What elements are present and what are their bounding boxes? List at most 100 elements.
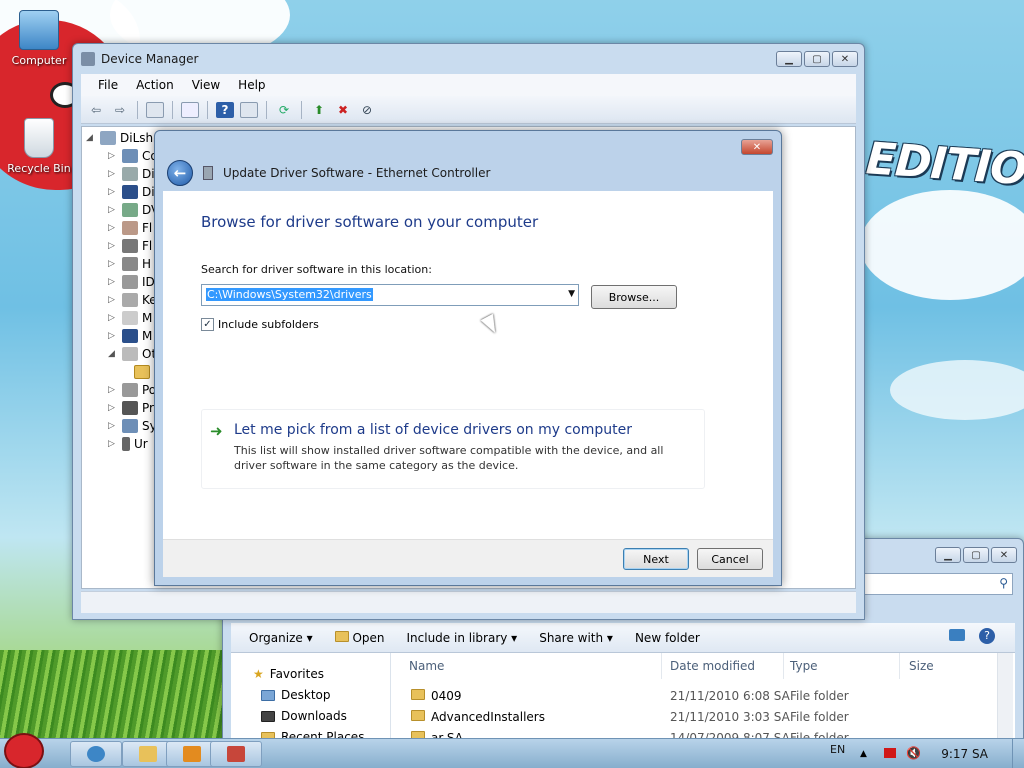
view-icon[interactable] — [240, 101, 258, 118]
volume-muted-icon[interactable]: 🔇 — [906, 746, 921, 760]
browse-button[interactable]: Browse... — [591, 285, 677, 309]
pick-driver-link[interactable]: ➜ Let me pick from a list of device driv… — [201, 409, 705, 489]
chevron-down-icon[interactable]: ▼ — [568, 289, 575, 299]
pick-driver-link-title[interactable]: Let me pick from a list of device driver… — [234, 422, 632, 438]
tree-item[interactable]: ▷ DV — [108, 201, 159, 219]
help-icon[interactable]: ? — [979, 628, 995, 644]
star-icon: ★ — [253, 667, 264, 681]
tree-item[interactable]: ▷ Ur — [108, 435, 148, 453]
desktop-icon-label: Computer — [11, 54, 67, 67]
column-header-name[interactable]: Name — [409, 659, 444, 673]
tree-item[interactable]: ▷ Ke — [108, 291, 157, 309]
search-icon: ⚲ — [999, 576, 1008, 590]
search-input[interactable]: ⚲ — [863, 573, 1013, 595]
open-button[interactable]: Open — [334, 630, 385, 645]
chevron-up-icon[interactable]: ▲ — [860, 749, 867, 759]
tree-item[interactable]: ▷ Di — [108, 165, 155, 183]
help-icon[interactable]: ? — [216, 101, 234, 118]
dialog-footer: Next Cancel — [163, 539, 773, 577]
desktop-icon-recycle-bin[interactable]: Recycle Bin — [4, 118, 74, 175]
disable-device-icon[interactable]: ⊘ — [358, 102, 376, 118]
minimize-button[interactable]: ▁ — [776, 51, 802, 67]
tree-item[interactable]: ▷ ID — [108, 273, 155, 291]
taskbar-internet-explorer[interactable] — [70, 741, 122, 767]
forward-arrow-icon[interactable]: ⇨ — [111, 102, 129, 118]
folder-icon — [411, 689, 425, 700]
taskbar-device-manager[interactable] — [210, 741, 262, 767]
action-center-icon[interactable] — [884, 748, 896, 758]
driver-path-value[interactable]: C:\Windows\System32\drivers — [206, 288, 373, 301]
tree-item[interactable]: ▷ Sy — [108, 417, 157, 435]
include-subfolders-checkbox[interactable]: ✓ Include subfolders — [201, 318, 319, 331]
desktop-icon-computer[interactable]: Computer — [4, 10, 74, 67]
next-button[interactable]: Next — [623, 548, 689, 570]
column-header-type[interactable]: Type — [790, 659, 818, 673]
explorer-file-list: Name Date modified Type Size 0409 21/11/… — [391, 653, 1015, 749]
tree-item[interactable]: ▷ Di — [108, 183, 155, 201]
scan-hardware-icon[interactable]: ⟳ — [275, 102, 293, 118]
column-header-date-modified[interactable]: Date modified — [670, 659, 755, 673]
tree-item[interactable]: ▷ Co — [108, 147, 158, 165]
scrollbar[interactable] — [997, 653, 1013, 749]
menu-action[interactable]: Action — [127, 78, 183, 92]
tree-item[interactable]: ▷ M — [108, 327, 152, 345]
tree-item[interactable]: ◢ Ot — [108, 345, 156, 363]
driver-path-combobox[interactable]: C:\Windows\System32\drivers ▼ — [201, 284, 579, 306]
column-header-size[interactable]: Size — [909, 659, 934, 673]
tree-item[interactable]: ▷ Fl — [108, 237, 152, 255]
include-subfolders-label: Include subfolders — [218, 318, 319, 331]
processor-icon — [122, 401, 138, 415]
tree-item-ethernet-controller[interactable] — [134, 363, 154, 381]
recycle-bin-icon — [24, 118, 54, 158]
menu-file[interactable]: File — [89, 78, 127, 92]
back-arrow-icon[interactable]: ⇦ — [87, 102, 105, 118]
device-category-icon — [122, 221, 138, 235]
network-adapter-icon — [203, 166, 213, 180]
nav-item-desktop[interactable]: Desktop — [261, 688, 331, 702]
table-row[interactable]: AdvancedInstallers 21/11/2010 3:03 SA Fi… — [391, 707, 1015, 727]
tree-item[interactable]: ▷ Po — [108, 381, 156, 399]
update-driver-icon[interactable]: ⬆ — [310, 102, 328, 118]
back-button[interactable]: ← — [167, 160, 193, 186]
device-category-icon — [122, 203, 138, 217]
include-in-library-button[interactable]: Include in library ▾ — [407, 631, 518, 645]
table-row[interactable]: 0409 21/11/2010 6:08 SA File folder — [391, 686, 1015, 706]
share-with-button[interactable]: Share with ▾ — [539, 631, 613, 645]
nav-item-downloads[interactable]: Downloads — [261, 709, 347, 723]
uninstall-icon[interactable]: ✖ — [334, 102, 352, 118]
computer-icon — [100, 131, 116, 145]
tree-item[interactable]: ▷ Fl — [108, 219, 152, 237]
device-category-icon — [122, 167, 138, 181]
start-button[interactable] — [4, 733, 44, 768]
dialog-title: Update Driver Software - Ethernet Contro… — [223, 166, 491, 180]
maximize-button[interactable]: ▢ — [963, 547, 989, 563]
checkbox-checked-icon[interactable]: ✓ — [201, 318, 214, 331]
nav-item-favorites[interactable]: ★ Favorites — [253, 667, 324, 681]
maximize-button[interactable]: ▢ — [804, 51, 830, 67]
tree-item[interactable]: ▷ H — [108, 255, 151, 273]
cancel-button[interactable]: Cancel — [697, 548, 763, 570]
view-options-icon[interactable] — [949, 629, 965, 641]
device-manager-titlebar[interactable]: Device Manager ▁ ▢ ✕ — [73, 44, 864, 74]
toolbar: ⇦ ⇨ ? ⟳ ⬆ ✖ ⊘ — [81, 96, 856, 124]
folder-icon — [334, 630, 349, 642]
clock[interactable]: 9:17 SA — [941, 747, 988, 761]
language-indicator[interactable]: EN — [830, 743, 845, 756]
organize-button[interactable]: Organize ▾ — [249, 631, 313, 645]
status-bar — [81, 591, 856, 613]
close-button[interactable]: ✕ — [991, 547, 1017, 563]
tree-item[interactable]: ▷ Pr — [108, 399, 154, 417]
new-folder-button[interactable]: New folder — [635, 631, 700, 645]
close-button[interactable]: ✕ — [832, 51, 858, 67]
menu-view[interactable]: View — [183, 78, 229, 92]
properties-icon[interactable] — [181, 101, 199, 118]
tree-item[interactable]: ▷ M — [108, 309, 152, 327]
menu-help[interactable]: Help — [229, 78, 274, 92]
minimize-button[interactable]: ▁ — [935, 547, 961, 563]
dialog-header: ← Update Driver Software - Ethernet Cont… — [161, 155, 775, 191]
show-hide-tree-icon[interactable] — [146, 101, 164, 118]
folder-icon — [411, 710, 425, 721]
show-desktop-button[interactable] — [1012, 739, 1024, 768]
tree-root[interactable]: ◢ DiLsh — [86, 129, 153, 147]
close-button[interactable]: ✕ — [741, 139, 773, 155]
